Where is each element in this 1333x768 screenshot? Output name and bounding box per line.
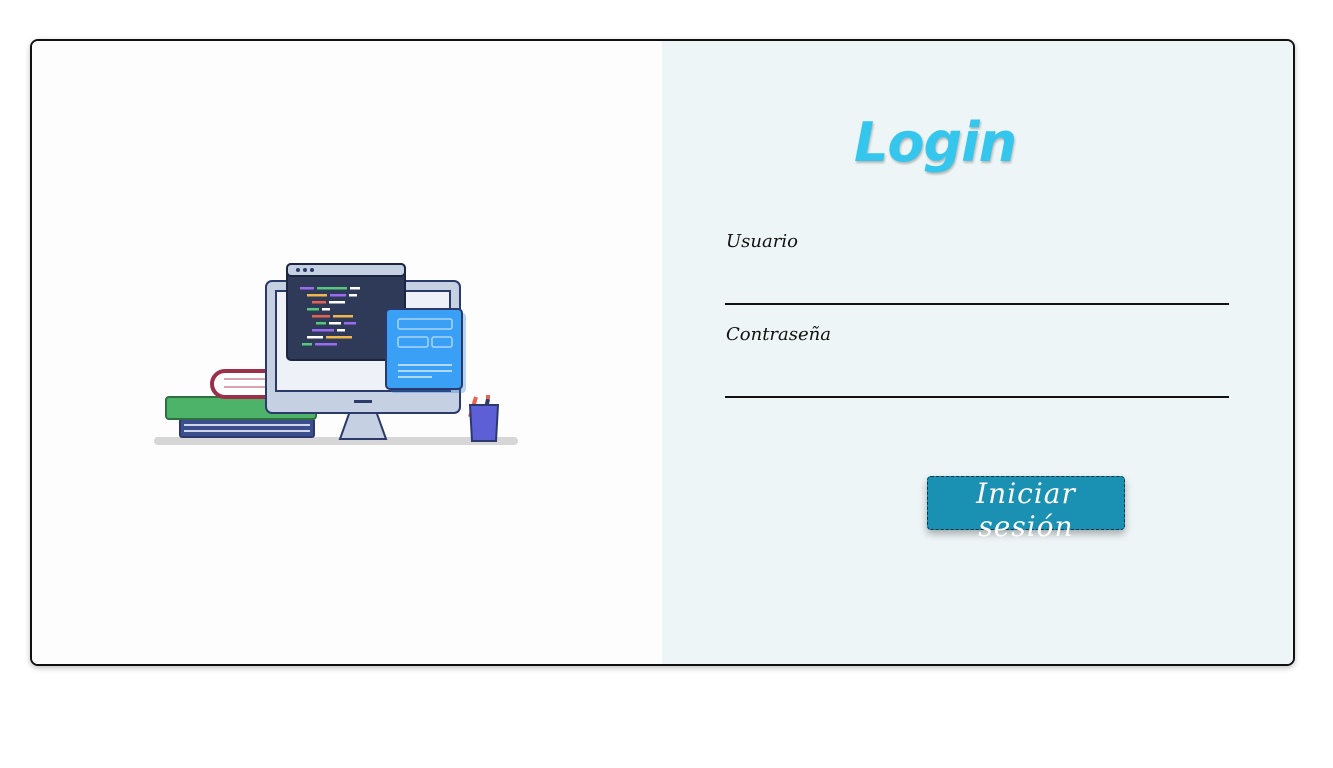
illustration-panel xyxy=(32,41,662,664)
login-submit-button[interactable]: Iniciar sesión xyxy=(927,476,1125,543)
password-input[interactable] xyxy=(725,366,1229,398)
login-title: Login xyxy=(854,111,1017,174)
username-label: Usuario xyxy=(726,231,798,252)
password-label: Contraseña xyxy=(726,324,831,345)
username-input[interactable] xyxy=(725,273,1229,305)
login-form-panel: Login Usuario Contraseña Iniciar sesión xyxy=(662,41,1293,664)
computer-illustration-icon xyxy=(154,263,518,445)
login-card: Login Usuario Contraseña Iniciar sesión xyxy=(30,39,1295,666)
